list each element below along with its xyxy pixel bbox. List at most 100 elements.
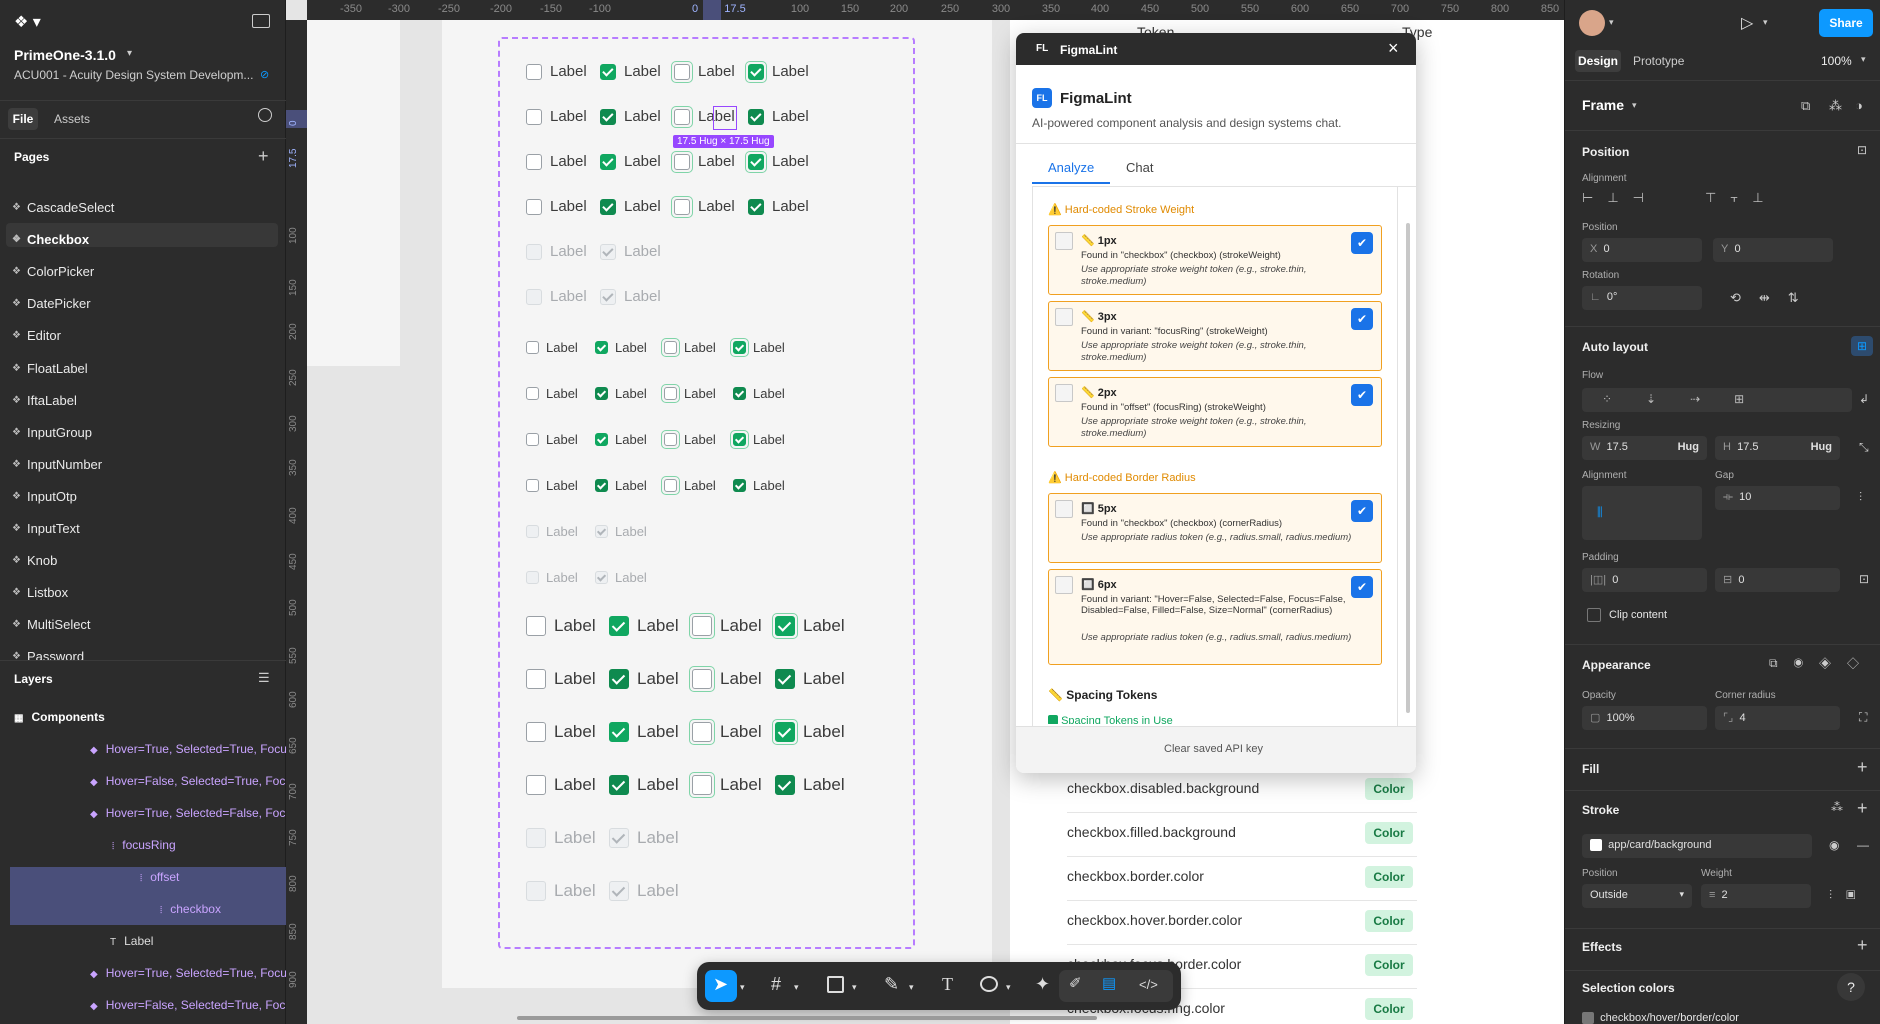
page-item[interactable]: ❖ Editor: [12, 328, 61, 343]
page-item[interactable]: ❖ CascadeSelect: [12, 200, 114, 215]
checkbox[interactable]: [526, 669, 546, 689]
contrast-icon[interactable]: ◑: [1855, 98, 1863, 113]
checkbox[interactable]: [664, 433, 677, 446]
page-item[interactable]: ❖ FloatLabel: [12, 361, 88, 376]
layer-item[interactable]: ⦙ focusRing: [112, 838, 286, 852]
checkbox[interactable]: [526, 881, 546, 901]
checkbox[interactable]: [595, 571, 608, 584]
tab-prototype[interactable]: Prototype: [1633, 54, 1684, 68]
pen-tool-icon[interactable]: ✎: [884, 974, 899, 995]
chevron-down-icon[interactable]: ▾: [1006, 982, 1011, 993]
checkbox[interactable]: [692, 669, 712, 689]
page-item[interactable]: ❖ InputGroup: [12, 425, 92, 440]
sidebar-toggle-icon[interactable]: [252, 14, 270, 28]
checkbox[interactable]: [692, 616, 712, 636]
checkbox[interactable]: [748, 154, 764, 170]
layer-item[interactable]: ◆ Hover=True, Selected=False, Foc: [90, 806, 286, 820]
constraints-icon[interactable]: ⊡: [1857, 143, 1867, 157]
page-item[interactable]: ❖ Password: [12, 649, 84, 664]
component-icon[interactable]: ⧉: [1801, 98, 1810, 114]
checkbox[interactable]: [600, 64, 616, 80]
stroke-weight-field[interactable]: ≡ 2: [1701, 884, 1811, 908]
layer-item[interactable]: T Label: [110, 934, 286, 948]
checkbox[interactable]: [526, 289, 542, 305]
checkbox[interactable]: [733, 479, 746, 492]
independent-corners-icon[interactable]: ⛶: [1859, 710, 1867, 725]
component-set-border[interactable]: [498, 37, 915, 949]
horizontal-align-icons[interactable]: ⊢⊥⊣: [1582, 190, 1692, 214]
help-button[interactable]: ?: [1837, 973, 1865, 1001]
checkbox[interactable]: [526, 109, 542, 125]
chevron-down-icon[interactable]: ▾: [909, 982, 914, 993]
selected-checkbox-outline[interactable]: [713, 106, 737, 130]
spacing-icon[interactable]: ⫶: [1859, 490, 1862, 505]
checkbox[interactable]: [526, 341, 539, 354]
checkbox[interactable]: [775, 775, 795, 795]
checkbox[interactable]: [692, 775, 712, 795]
ai-tool-icon[interactable]: ✦: [1035, 974, 1050, 995]
stroke-options-icons[interactable]: ⫶▣: [1829, 888, 1870, 903]
appearance-icons[interactable]: ⧉◉◈◇: [1769, 656, 1875, 671]
issue-select-checkbox[interactable]: [1055, 232, 1073, 250]
frame-tool-icon[interactable]: #: [771, 974, 781, 995]
page-item[interactable]: ❖ MultiSelect: [12, 617, 91, 632]
padding-v-field[interactable]: ⊟ 0: [1715, 568, 1840, 592]
checkbox[interactable]: [609, 616, 629, 636]
page-item[interactable]: ❖ Listbox: [12, 585, 68, 600]
issue-card[interactable]: ✔ 📏 3px Found in variant: "focusRing" (stro…: [1048, 301, 1382, 371]
checkbox[interactable]: [595, 525, 608, 538]
search-icon[interactable]: [258, 108, 272, 122]
checkbox[interactable]: [595, 387, 608, 400]
checkbox[interactable]: [526, 244, 542, 260]
zoom-level[interactable]: 100%: [1821, 54, 1852, 68]
clear-api-key-button[interactable]: Clear saved API key: [1164, 743, 1263, 755]
chevron-down-icon[interactable]: ▾: [1632, 100, 1637, 111]
checkbox[interactable]: [775, 616, 795, 636]
transform-icons[interactable]: ⟲⇹⇅: [1730, 290, 1817, 306]
checkbox[interactable]: [600, 244, 616, 260]
checkbox[interactable]: [609, 828, 629, 848]
page-item[interactable]: ❖ InputOtp: [12, 489, 77, 504]
close-icon[interactable]: ×: [1388, 38, 1399, 59]
play-icon[interactable]: ▷: [1741, 13, 1753, 33]
resize-icon[interactable]: ⤡: [1859, 440, 1869, 455]
checkbox[interactable]: [674, 154, 690, 170]
checkbox[interactable]: [526, 722, 546, 742]
page-item[interactable]: ❖ Knob: [12, 553, 57, 568]
plugin-window[interactable]: FL FigmaLint × FL FigmaLint AI-powered c…: [1016, 33, 1416, 773]
project-name[interactable]: PrimeOne-3.1.0: [14, 47, 116, 63]
scrollbar[interactable]: [1406, 223, 1410, 713]
comment-tool-icon[interactable]: [980, 976, 998, 992]
rotation-field[interactable]: ∟ 0°: [1582, 286, 1702, 310]
checkbox[interactable]: [526, 433, 539, 446]
checkbox[interactable]: [748, 64, 764, 80]
checkbox[interactable]: [674, 64, 690, 80]
tab-assets[interactable]: Assets: [54, 112, 90, 126]
text-tool-icon[interactable]: T: [942, 974, 953, 995]
checkbox[interactable]: [526, 828, 546, 848]
checkbox[interactable]: [609, 881, 629, 901]
layer-item[interactable]: ◆ Hover=True, Selected=True, Focu: [90, 742, 286, 756]
page-item[interactable]: ❖ ColorPicker: [12, 264, 94, 279]
layer-item[interactable]: ◆ Hover=False, Selected=True, Foc: [90, 998, 286, 1012]
dev-tool-icon[interactable]: ▤: [1102, 974, 1116, 992]
stroke-style-field[interactable]: app/card/background: [1582, 834, 1812, 858]
page-item[interactable]: ❖ DatePicker: [12, 296, 91, 311]
layer-item[interactable]: ⦙ offset: [140, 870, 286, 884]
chevron-down-icon[interactable]: ▾: [1861, 54, 1866, 65]
checkbox[interactable]: [775, 722, 795, 742]
height-field[interactable]: H 17.5 Hug: [1715, 436, 1840, 460]
draw-tool-icon[interactable]: ✐: [1069, 974, 1082, 992]
frame-label[interactable]: Frame: [1582, 97, 1624, 113]
checkbox[interactable]: [600, 109, 616, 125]
checkbox[interactable]: [748, 109, 764, 125]
page-item[interactable]: ❖ InputText: [12, 521, 80, 536]
checkbox[interactable]: [526, 775, 546, 795]
checkbox[interactable]: [664, 387, 677, 400]
gap-field[interactable]: ⟛ 10: [1715, 486, 1840, 510]
wrap-icon[interactable]: ↲: [1859, 392, 1869, 406]
checkbox[interactable]: [526, 525, 539, 538]
page-item[interactable]: ❖ Checkbox: [12, 232, 89, 247]
issue-select-checkbox[interactable]: [1055, 576, 1073, 594]
checkbox[interactable]: [664, 341, 677, 354]
